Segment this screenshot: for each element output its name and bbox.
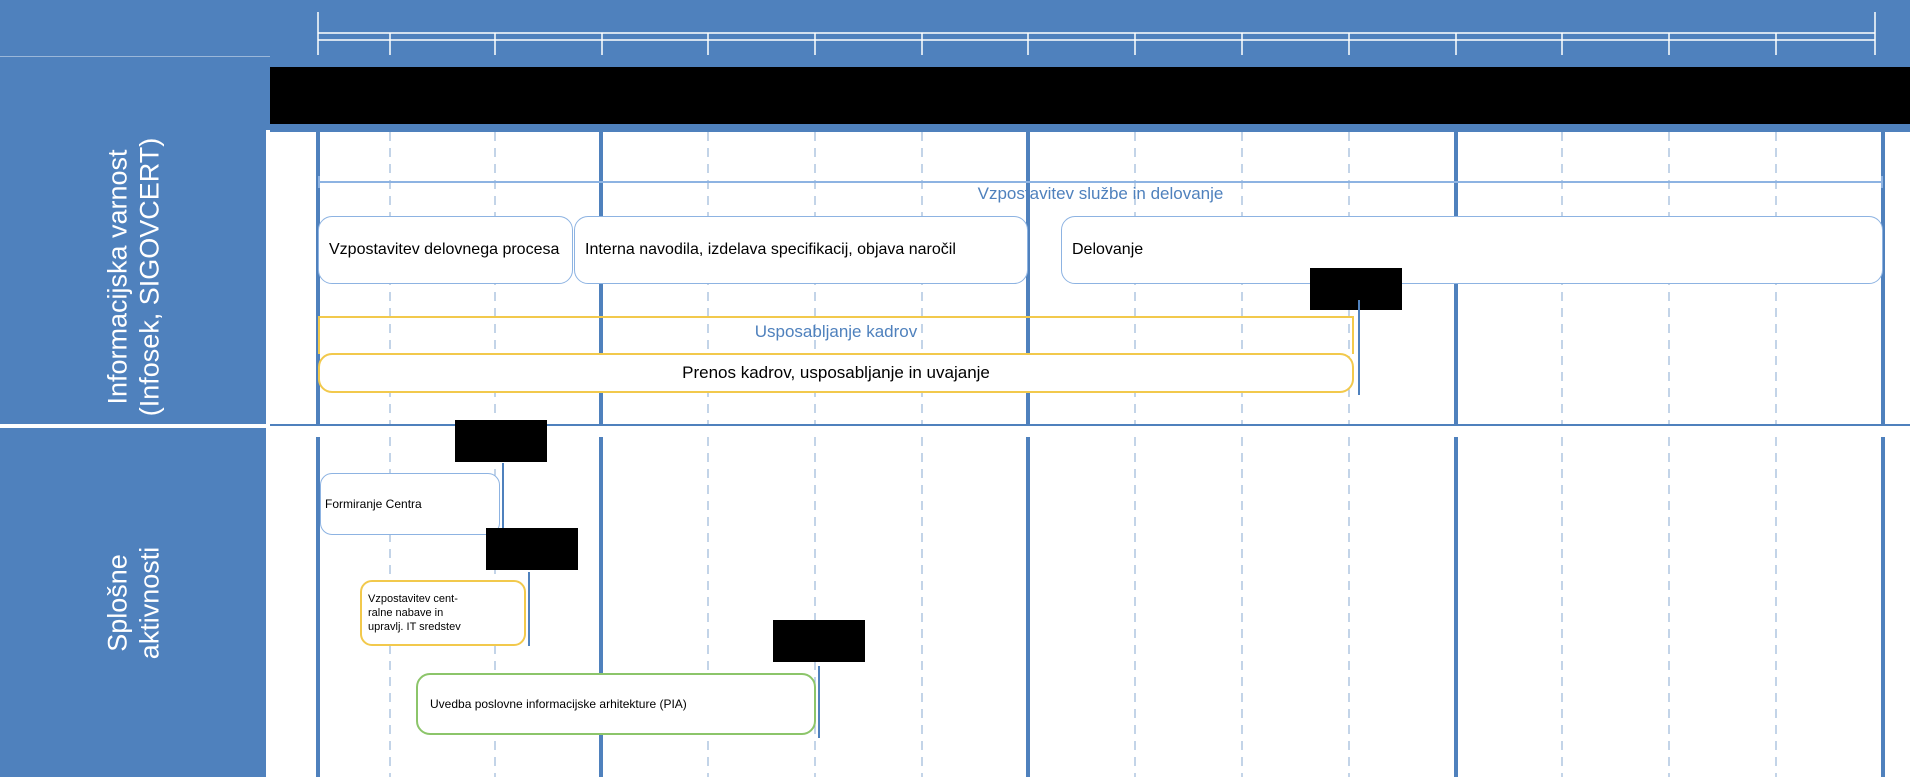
task-business-information-architecture[interactable]: Uvedba poslovne informacijske arhitektur… [416,673,816,735]
task-label: Vzpostavitev cent-ralne nabave in upravl… [368,593,461,633]
task-label: Vzpostavitev delovnega procesa [329,241,560,258]
task-operation[interactable]: Delovanje [1061,216,1883,284]
pia-endline [818,666,820,738]
task-label: Delovanje [1072,241,1144,258]
centre-endline [502,463,504,535]
roadmap-diagram: Informacijska varnost (Infosek, SIGOVCER… [0,0,1910,777]
redaction-lane2-b [486,528,578,570]
task-establish-work-process[interactable]: Vzpostavitev delovnega procesa [318,216,573,284]
task-central-procurement[interactable]: Vzpostavitev cent-ralne nabave in upravl… [360,580,526,646]
training-bar-endline [1358,300,1360,395]
procurement-endline [528,572,530,646]
training-bar-label: Usposabljanje kadrov [754,322,918,341]
task-staff-transfer-training[interactable]: Prenos kadrov, usposabljanje in uvajanje [318,353,1354,393]
task-label: Prenos kadrov, usposabljanje in uvajanje [682,363,990,382]
redaction-lane1 [1310,268,1402,310]
service-bar-label: Vzpostavitev službe in delovanje [977,184,1224,203]
task-label: Formiranje Centra [325,497,422,511]
task-form-centre[interactable]: Formiranje Centra [320,473,500,535]
task-label: Uvedba poslovne informacijske arhitektur… [430,697,687,711]
task-label: Interna navodila, izdelava specifikacij,… [585,241,956,258]
service-bar-line [318,181,1883,183]
redaction-lane2-a [455,420,547,462]
redaction-lane2-c [773,620,865,662]
task-internal-guidelines[interactable]: Interna navodila, izdelava specifikacij,… [574,216,1028,284]
